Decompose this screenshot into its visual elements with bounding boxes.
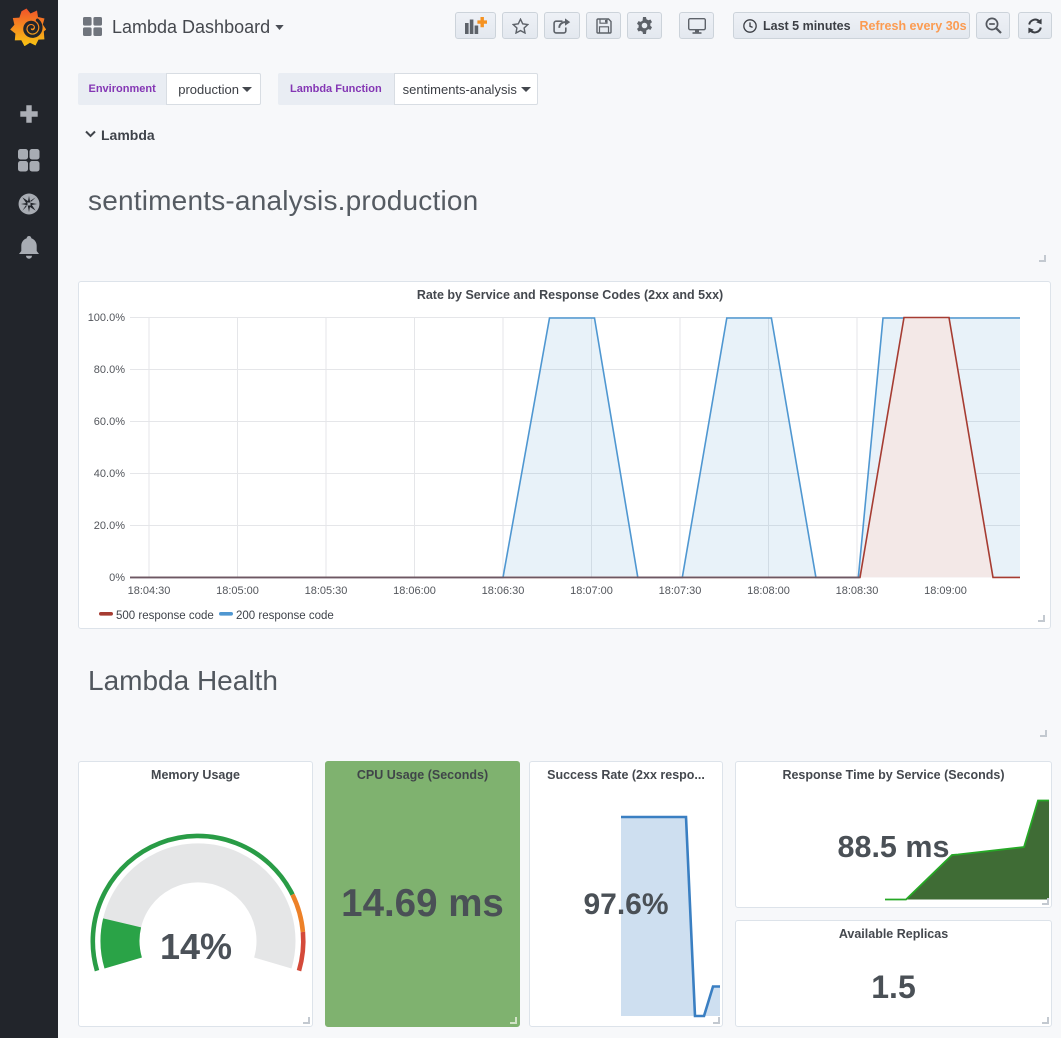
svg-text:14%: 14% bbox=[160, 926, 232, 967]
svg-text:18:05:00: 18:05:00 bbox=[216, 585, 259, 597]
svg-text:80.0%: 80.0% bbox=[94, 364, 125, 376]
svg-text:60.0%: 60.0% bbox=[94, 416, 125, 428]
svg-text:18:08:30: 18:08:30 bbox=[836, 585, 879, 597]
svg-text:18:06:30: 18:06:30 bbox=[482, 585, 525, 597]
svg-text:18:04:30: 18:04:30 bbox=[128, 585, 171, 597]
svg-text:18:08:00: 18:08:00 bbox=[747, 585, 790, 597]
svg-text:500 response code: 500 response code bbox=[116, 610, 214, 622]
svg-text:20.0%: 20.0% bbox=[94, 520, 125, 532]
svg-text:18:06:00: 18:06:00 bbox=[393, 585, 436, 597]
svg-text:18:09:00: 18:09:00 bbox=[924, 585, 967, 597]
svg-text:18:05:30: 18:05:30 bbox=[305, 585, 348, 597]
svg-text:40.0%: 40.0% bbox=[94, 468, 125, 480]
svg-text:100.0%: 100.0% bbox=[88, 312, 126, 324]
svg-text:18:07:30: 18:07:30 bbox=[659, 585, 702, 597]
svg-text:200 response code: 200 response code bbox=[236, 610, 334, 622]
svg-text:18:07:00: 18:07:00 bbox=[570, 585, 613, 597]
svg-text:0%: 0% bbox=[109, 572, 125, 584]
